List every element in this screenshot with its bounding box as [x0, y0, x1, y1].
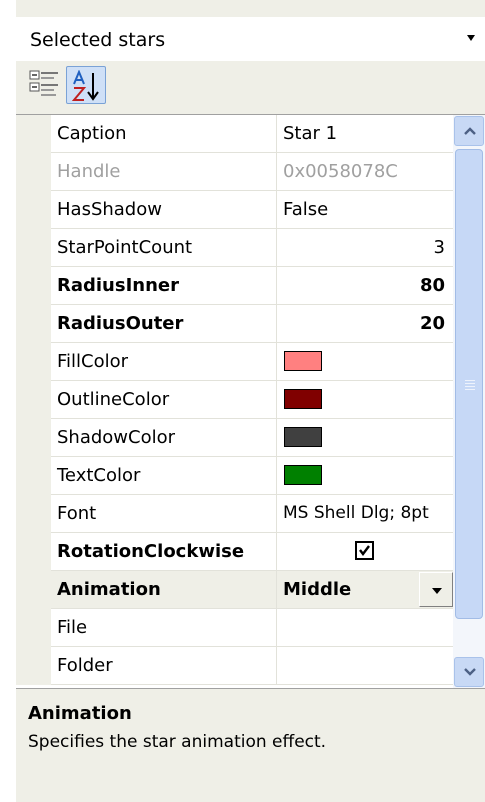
checkmark-icon: [359, 545, 370, 556]
property-value-cell[interactable]: [277, 343, 453, 381]
description-text: Specifies the star animation effect.: [28, 732, 327, 752]
property-name: HasShadow: [57, 199, 162, 220]
property-row-caption[interactable]: Caption Star 1: [16, 115, 453, 153]
property-name: RadiusInner: [57, 275, 180, 296]
object-selector-value: Selected stars: [30, 29, 166, 51]
property-grid: Caption Star 1 Handle 0x0058078C HasShad…: [16, 114, 485, 689]
chevron-up-icon: [464, 127, 476, 135]
property-value: 0x0058078C: [283, 161, 398, 182]
property-value[interactable]: 3: [434, 229, 445, 266]
property-value[interactable]: 20: [420, 305, 445, 342]
property-name: Caption: [57, 123, 127, 144]
property-value[interactable]: 80: [420, 267, 445, 304]
property-grid-panel: Selected stars Caption Star 1 Handle 0x0…: [16, 0, 485, 802]
color-swatch[interactable]: [284, 427, 322, 447]
property-value-cell[interactable]: 20: [277, 305, 453, 343]
property-row-hasshadow[interactable]: HasShadow False: [16, 191, 453, 229]
property-row-outlinecolor[interactable]: OutlineColor: [16, 381, 453, 419]
property-name: Animation: [57, 579, 161, 600]
property-name: Folder: [57, 655, 113, 676]
chevron-down-icon: [432, 588, 442, 594]
property-value-cell[interactable]: [277, 419, 453, 457]
property-value-cell[interactable]: [277, 457, 453, 495]
property-name: Font: [57, 503, 97, 524]
property-value-cell[interactable]: [277, 647, 453, 685]
property-value-cell: 0x0058078C: [277, 153, 453, 191]
property-value-cell[interactable]: Star 1: [277, 115, 453, 153]
property-row-folder[interactable]: Folder: [16, 647, 453, 685]
property-value[interactable]: Star 1: [283, 115, 337, 152]
categorized-view-button[interactable]: [24, 66, 64, 104]
categorized-icon: [29, 70, 58, 96]
description-title: Animation: [28, 703, 132, 724]
property-row-starpointcount[interactable]: StarPointCount 3: [16, 229, 453, 267]
dropdown-button[interactable]: [419, 572, 453, 607]
description-pane: Animation Specifies the star animation e…: [16, 690, 485, 802]
property-row-animation[interactable]: Animation Middle: [16, 571, 453, 609]
property-row-file[interactable]: File: [16, 609, 453, 647]
property-row-shadowcolor[interactable]: ShadowColor: [16, 419, 453, 457]
scroll-down-button[interactable]: [454, 657, 484, 687]
color-swatch[interactable]: [284, 351, 322, 371]
property-value-cell[interactable]: 80: [277, 267, 453, 305]
property-value-cell[interactable]: [277, 381, 453, 419]
object-selector-dropdown[interactable]: Selected stars: [16, 17, 485, 61]
property-value-cell[interactable]: 3: [277, 229, 453, 267]
property-name: StarPointCount: [57, 237, 193, 258]
property-name: RadiusOuter: [57, 313, 184, 334]
chevron-down-icon[interactable]: [467, 35, 475, 41]
property-name: TextColor: [57, 465, 141, 486]
property-row-rotationclockwise[interactable]: RotationClockwise: [16, 533, 453, 571]
chevron-down-icon: [464, 668, 476, 676]
property-row-radiusinner[interactable]: RadiusInner 80: [16, 267, 453, 305]
property-row-handle: Handle 0x0058078C: [16, 153, 453, 191]
property-name: Handle: [57, 161, 121, 182]
property-row-textcolor[interactable]: TextColor: [16, 457, 453, 495]
scroll-up-button[interactable]: [454, 116, 484, 146]
property-value[interactable]: False: [283, 191, 328, 228]
property-value-cell[interactable]: [277, 533, 453, 571]
scrollbar-thumb[interactable]: [455, 149, 483, 619]
property-value-cell[interactable]: [277, 609, 453, 647]
property-toolbar: [16, 64, 485, 108]
property-row-font[interactable]: Font MS Shell Dlg; 8pt: [16, 495, 453, 533]
animation-dropdown[interactable]: Middle: [277, 571, 453, 609]
property-row-radiusouter[interactable]: RadiusOuter 20: [16, 305, 453, 343]
property-value-cell[interactable]: MS Shell Dlg; 8pt: [277, 495, 453, 533]
property-value-cell[interactable]: False: [277, 191, 453, 229]
property-value[interactable]: Middle: [283, 571, 351, 608]
property-name: FillColor: [57, 351, 129, 372]
property-row-fillcolor[interactable]: FillColor: [16, 343, 453, 381]
rotation-checkbox[interactable]: [355, 541, 374, 560]
vertical-scrollbar[interactable]: [453, 115, 485, 688]
property-name: File: [57, 617, 88, 638]
property-value[interactable]: MS Shell Dlg; 8pt: [283, 495, 429, 532]
alphabetical-sort-icon: [71, 70, 99, 101]
property-name: ShadowColor: [57, 427, 176, 448]
property-name: OutlineColor: [57, 389, 170, 410]
property-name: RotationClockwise: [57, 541, 245, 562]
alphabetical-view-button[interactable]: [66, 66, 106, 104]
color-swatch[interactable]: [284, 389, 322, 409]
color-swatch[interactable]: [284, 465, 322, 485]
